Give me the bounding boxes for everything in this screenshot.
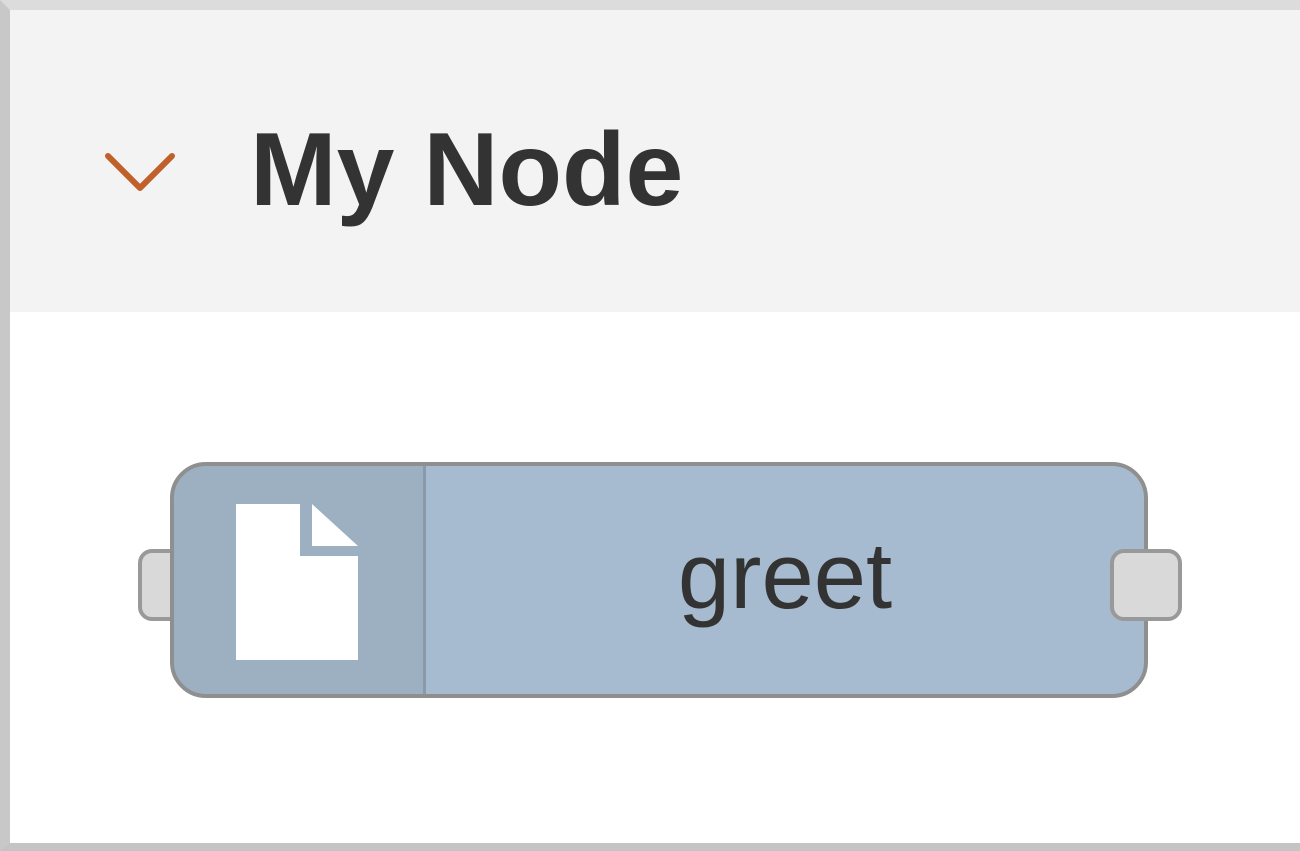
file-icon [236,504,358,660]
palette-frame: My Node greet [0,0,1300,851]
node-icon-area [174,466,426,694]
palette-node-list: greet [10,312,1300,843]
node-label: greet [677,523,893,628]
output-port[interactable] [1110,549,1182,621]
category-header[interactable]: My Node [10,10,1300,312]
palette-node-greet[interactable]: greet [170,462,1148,698]
chevron-down-icon[interactable] [98,142,182,202]
category-title: My Node [250,112,684,228]
